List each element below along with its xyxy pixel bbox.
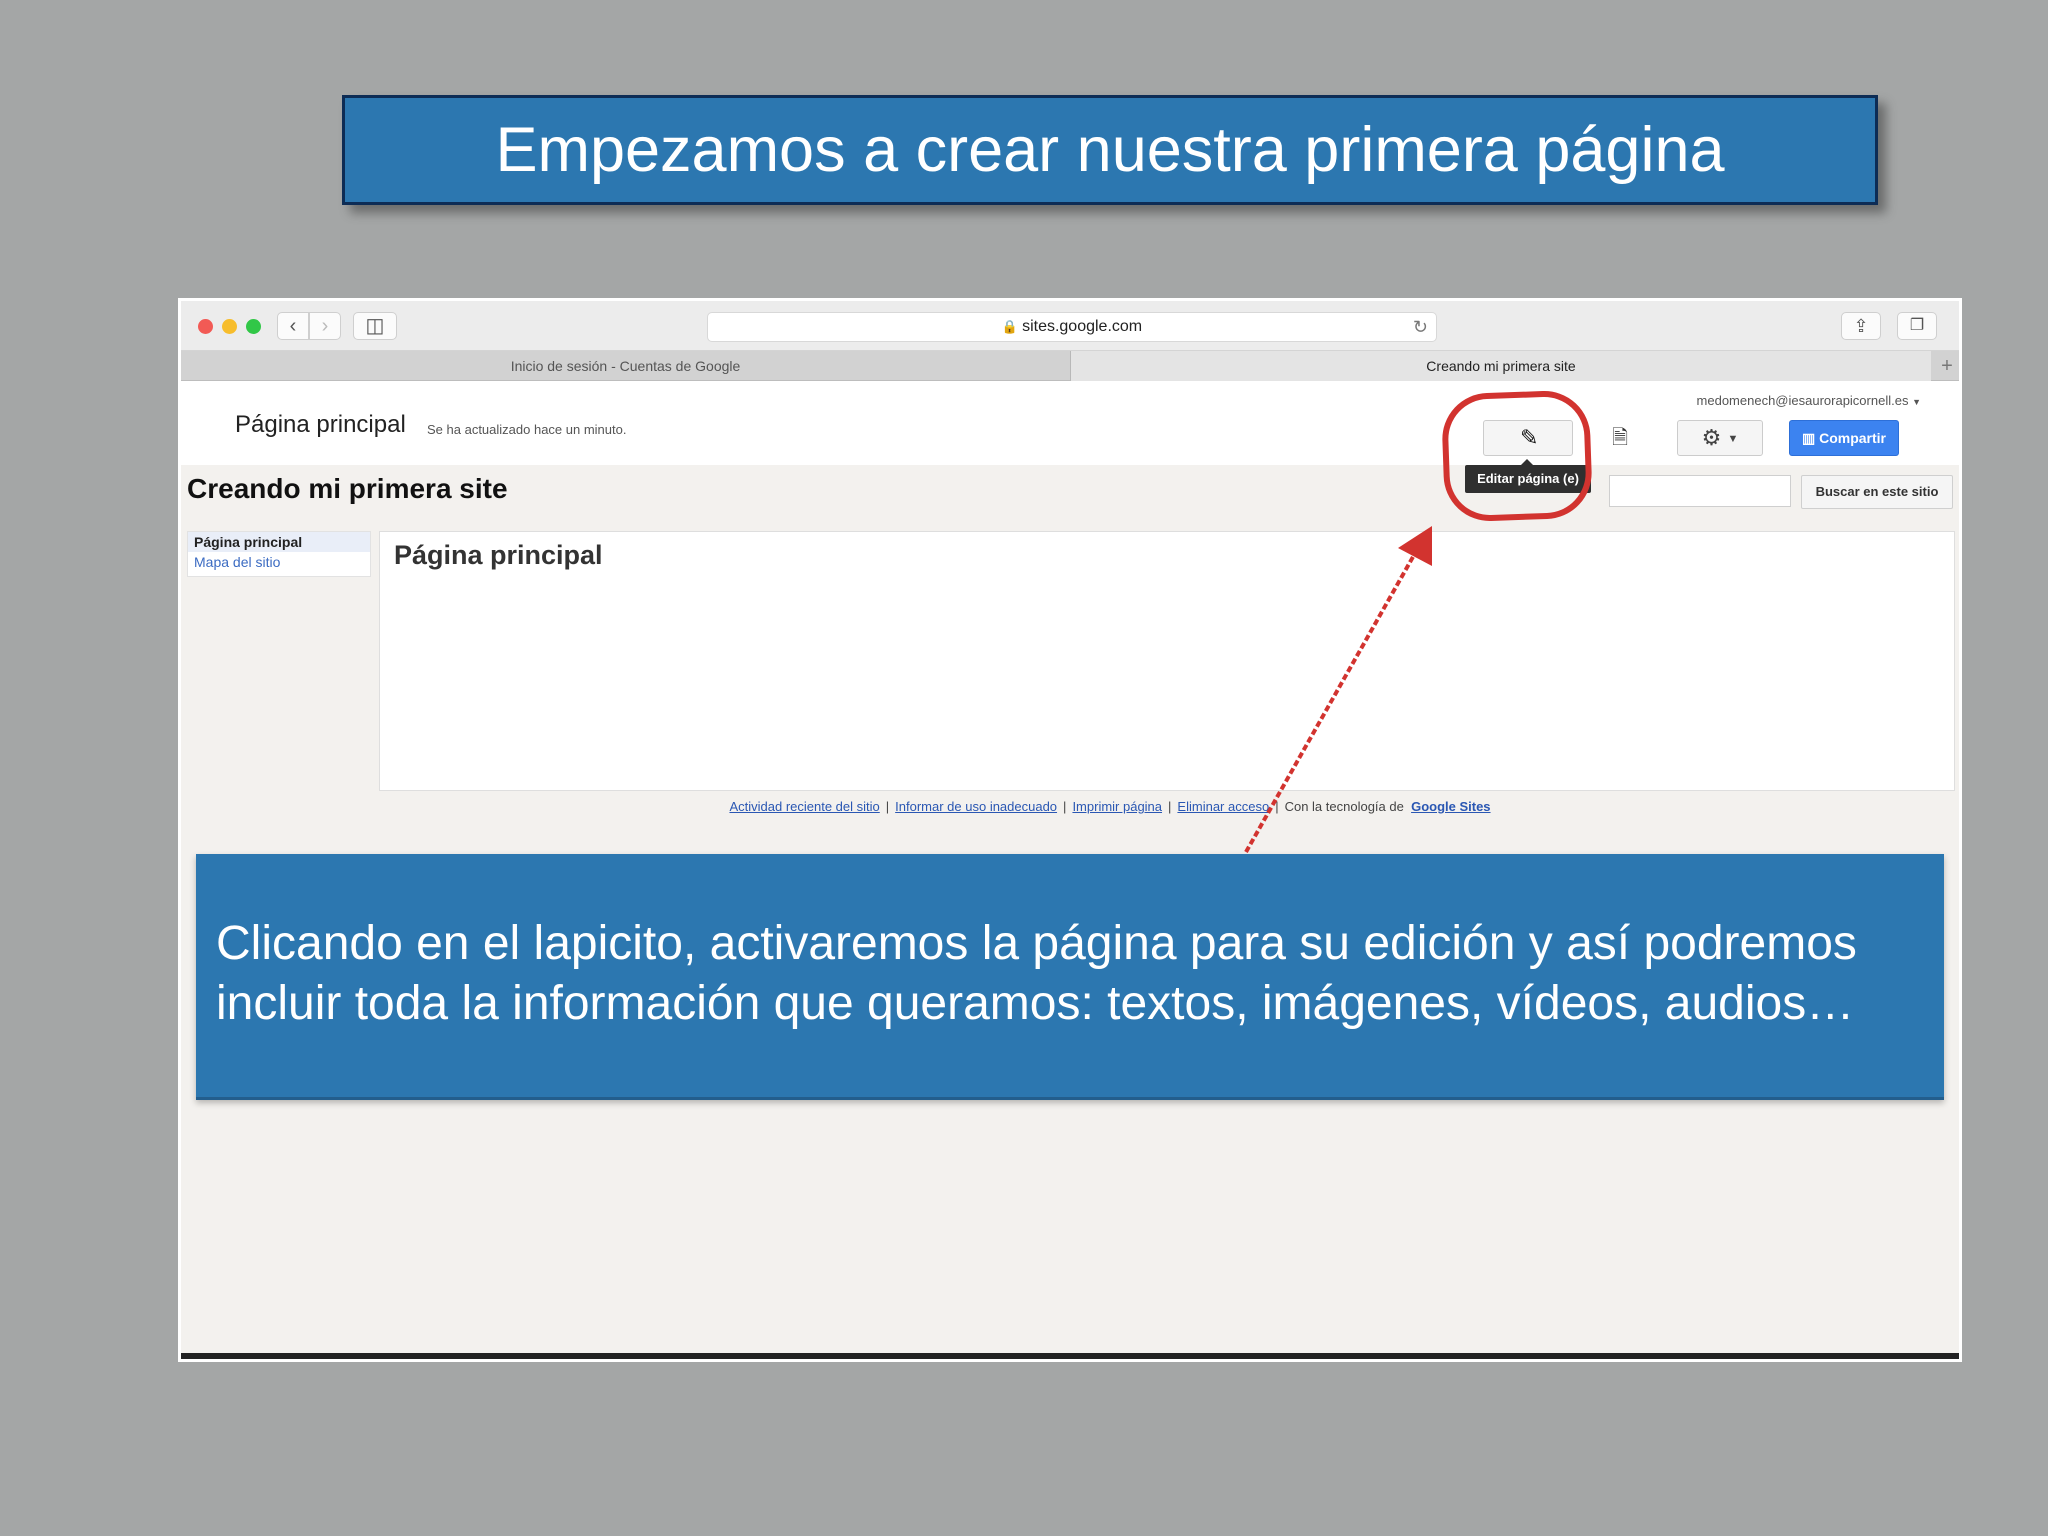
share-label: Compartir — [1819, 430, 1887, 446]
reload-icon[interactable]: ↻ — [1413, 313, 1428, 341]
footer-powered-by: Con la tecnología de — [1284, 799, 1404, 814]
gear-icon: ⚙ — [1701, 425, 1722, 450]
account-email: medomenech@iesaurorapicornell.es — [1696, 393, 1909, 408]
site-title[interactable]: Creando mi primera site — [187, 473, 508, 505]
footer-link-activity[interactable]: Actividad reciente del sitio — [729, 799, 879, 814]
forward-button[interactable]: › — [309, 312, 341, 340]
share-site-button[interactable]: ▥ Compartir — [1789, 420, 1899, 456]
share-icon[interactable]: ⇪ — [1841, 312, 1881, 340]
new-page-icon[interactable]: 🗎 — [1599, 420, 1641, 456]
site-footer: Actividad reciente del sitio | Informar de… — [729, 799, 1491, 814]
zoom-window-button[interactable] — [246, 319, 261, 334]
tab-bar: Inicio de sesión - Cuentas de Google Cre… — [181, 351, 1959, 381]
browser-screenshot: ‹ › ◫ 🔒 sites.google.com ↻ ⇪ ❐ Inicio de … — [178, 298, 1962, 1362]
footer-link-remove-access[interactable]: Eliminar acceso — [1177, 799, 1269, 814]
account-menu[interactable]: medomenech@iesaurorapicornell.es ▼ — [1697, 393, 1921, 408]
tab-site[interactable]: Creando mi primera site — [1071, 351, 1931, 381]
chevron-down-icon: ▼ — [1912, 397, 1921, 407]
tab-overview-icon[interactable]: ❐ — [1897, 312, 1937, 340]
updated-text: Se ha actualizado hace un minuto. — [427, 422, 627, 437]
settings-button[interactable]: ⚙ ▼ — [1677, 420, 1763, 456]
close-window-button[interactable] — [198, 319, 213, 334]
page-content: Página principal — [379, 531, 1955, 791]
browser-toolbar: ‹ › ◫ 🔒 sites.google.com ↻ ⇪ ❐ — [181, 301, 1959, 351]
sidebar-item-sitemap[interactable]: Mapa del sitio — [188, 552, 370, 572]
back-button[interactable]: ‹ — [277, 312, 309, 340]
footer-link-report[interactable]: Informar de uso inadecuado — [895, 799, 1057, 814]
tab-google-login[interactable]: Inicio de sesión - Cuentas de Google — [181, 351, 1071, 381]
site-header: Página principal Se ha actualizado hace … — [181, 381, 1959, 465]
minimize-window-button[interactable] — [222, 319, 237, 334]
share-people-icon: ▥ — [1801, 430, 1816, 446]
site-search-button[interactable]: Buscar en este sitio — [1801, 475, 1953, 509]
site-sidebar: Página principal Mapa del sitio — [187, 531, 371, 577]
sidebar-toggle-icon[interactable]: ◫ — [353, 312, 397, 340]
lock-icon: 🔒 — [1001, 319, 1019, 334]
footer-link-print[interactable]: Imprimir página — [1072, 799, 1162, 814]
new-tab-icon[interactable]: + — [1933, 351, 1959, 381]
content-title: Página principal — [394, 540, 603, 570]
site-search-input[interactable] — [1609, 475, 1791, 507]
caption-box: Clicando en el lapicito, activaremos la … — [196, 854, 1944, 1100]
chevron-down-icon: ▼ — [1727, 433, 1739, 446]
dock-strip — [181, 1353, 1959, 1359]
address-bar[interactable]: 🔒 sites.google.com ↻ — [707, 312, 1437, 342]
highlight-circle — [1440, 389, 1594, 523]
footer-link-google-sites[interactable]: Google Sites — [1411, 799, 1490, 814]
page-heading: Página principal — [235, 411, 406, 438]
slide-title: Empezamos a crear nuestra primera página — [342, 95, 1878, 205]
url-text: sites.google.com — [1022, 318, 1143, 335]
sidebar-item-home[interactable]: Página principal — [188, 532, 370, 552]
